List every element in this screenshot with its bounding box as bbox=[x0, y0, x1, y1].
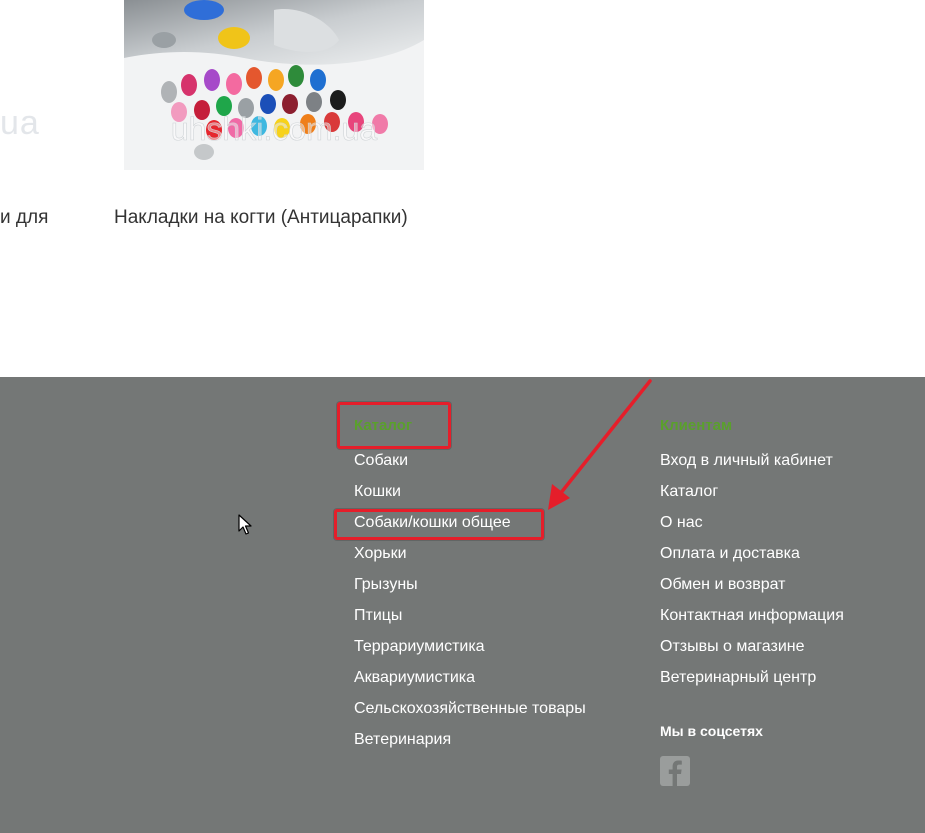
list-item: Хорьки bbox=[354, 538, 586, 569]
product-title-partial[interactable]: и для bbox=[0, 207, 48, 229]
highlight-box-dogs-cats-general bbox=[334, 509, 544, 540]
footer-link-reviews[interactable]: Отзывы о магазине bbox=[660, 638, 805, 655]
footer-clients-heading: Клиентам bbox=[660, 417, 733, 434]
list-item: Птицы bbox=[354, 600, 586, 631]
list-item: Аквариумистика bbox=[354, 662, 586, 693]
list-item: Грызуны bbox=[354, 569, 586, 600]
list-item: Собаки bbox=[354, 445, 586, 476]
list-item: Отзывы о магазине bbox=[660, 631, 844, 662]
facebook-icon[interactable] bbox=[660, 756, 690, 786]
footer-link-contacts[interactable]: Контактная информация bbox=[660, 607, 844, 624]
footer-link-cats[interactable]: Кошки bbox=[354, 483, 401, 500]
footer-catalog-links: Собаки Кошки Собаки/кошки общее Хорьки Г… bbox=[354, 445, 586, 755]
footer-link-aquarium[interactable]: Аквариумистика bbox=[354, 669, 475, 686]
footer-link-login[interactable]: Вход в личный кабинет bbox=[660, 452, 833, 469]
footer-link-payment-delivery[interactable]: Оплата и доставка bbox=[660, 545, 800, 562]
list-item: Обмен и возврат bbox=[660, 569, 844, 600]
list-item: Террариумистика bbox=[354, 631, 586, 662]
footer-link-vet-center[interactable]: Ветеринарный центр bbox=[660, 669, 816, 686]
footer-link-birds[interactable]: Птицы bbox=[354, 607, 402, 624]
footer-link-catalog[interactable]: Каталог bbox=[660, 483, 718, 500]
mouse-cursor-icon bbox=[238, 514, 252, 535]
footer-link-veterinary[interactable]: Ветеринария bbox=[354, 731, 451, 748]
list-item: Сельскохозяйственные товары bbox=[354, 693, 586, 724]
footer-catalog-column: Каталог Собаки Кошки Собаки/кошки общее … bbox=[354, 415, 586, 755]
list-item: Кошки bbox=[354, 476, 586, 507]
footer-link-about[interactable]: О нас bbox=[660, 514, 703, 531]
list-item: Оплата и доставка bbox=[660, 538, 844, 569]
footer-link-exchange-return[interactable]: Обмен и возврат bbox=[660, 576, 785, 593]
site-footer: Каталог Собаки Кошки Собаки/кошки общее … bbox=[0, 377, 925, 833]
footer-link-rodents[interactable]: Грызуны bbox=[354, 576, 418, 593]
highlight-box-catalog-heading bbox=[337, 402, 451, 449]
list-item: О нас bbox=[660, 507, 844, 538]
list-item: Ветеринарный центр bbox=[660, 662, 844, 693]
footer-link-farm-goods[interactable]: Сельскохозяйственные товары bbox=[354, 700, 586, 717]
footer-clients-links: Вход в личный кабинет Каталог О нас Опла… bbox=[660, 445, 844, 693]
social-heading: Мы в соцсетях bbox=[660, 723, 763, 739]
footer-clients-column: Клиентам Вход в личный кабинет Каталог О… bbox=[660, 415, 844, 693]
list-item: Контактная информация bbox=[660, 600, 844, 631]
list-item: Каталог bbox=[660, 476, 844, 507]
product-image[interactable]: uhshki.com.ua bbox=[124, 0, 424, 170]
footer-link-ferrets[interactable]: Хорьки bbox=[354, 545, 407, 562]
image-watermark: ua bbox=[0, 104, 40, 142]
product-title-link[interactable]: Накладки на когти (Антицарапки) bbox=[114, 207, 408, 229]
list-item: Вход в личный кабинет bbox=[660, 445, 844, 476]
footer-link-dogs[interactable]: Собаки bbox=[354, 452, 408, 469]
image-watermark: uhshki.com.ua bbox=[171, 111, 378, 147]
footer-link-terrarium[interactable]: Террариумистика bbox=[354, 638, 485, 655]
list-item: Ветеринария bbox=[354, 724, 586, 755]
product-grid: ua и для uhshki.com.ua Накладки на когти… bbox=[0, 0, 925, 377]
